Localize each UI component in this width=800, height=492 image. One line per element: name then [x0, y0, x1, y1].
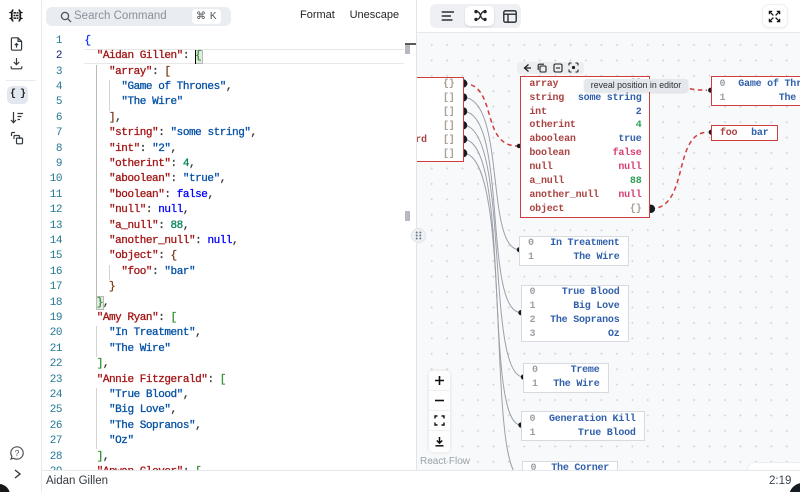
svg-text:?: ?	[15, 448, 20, 458]
